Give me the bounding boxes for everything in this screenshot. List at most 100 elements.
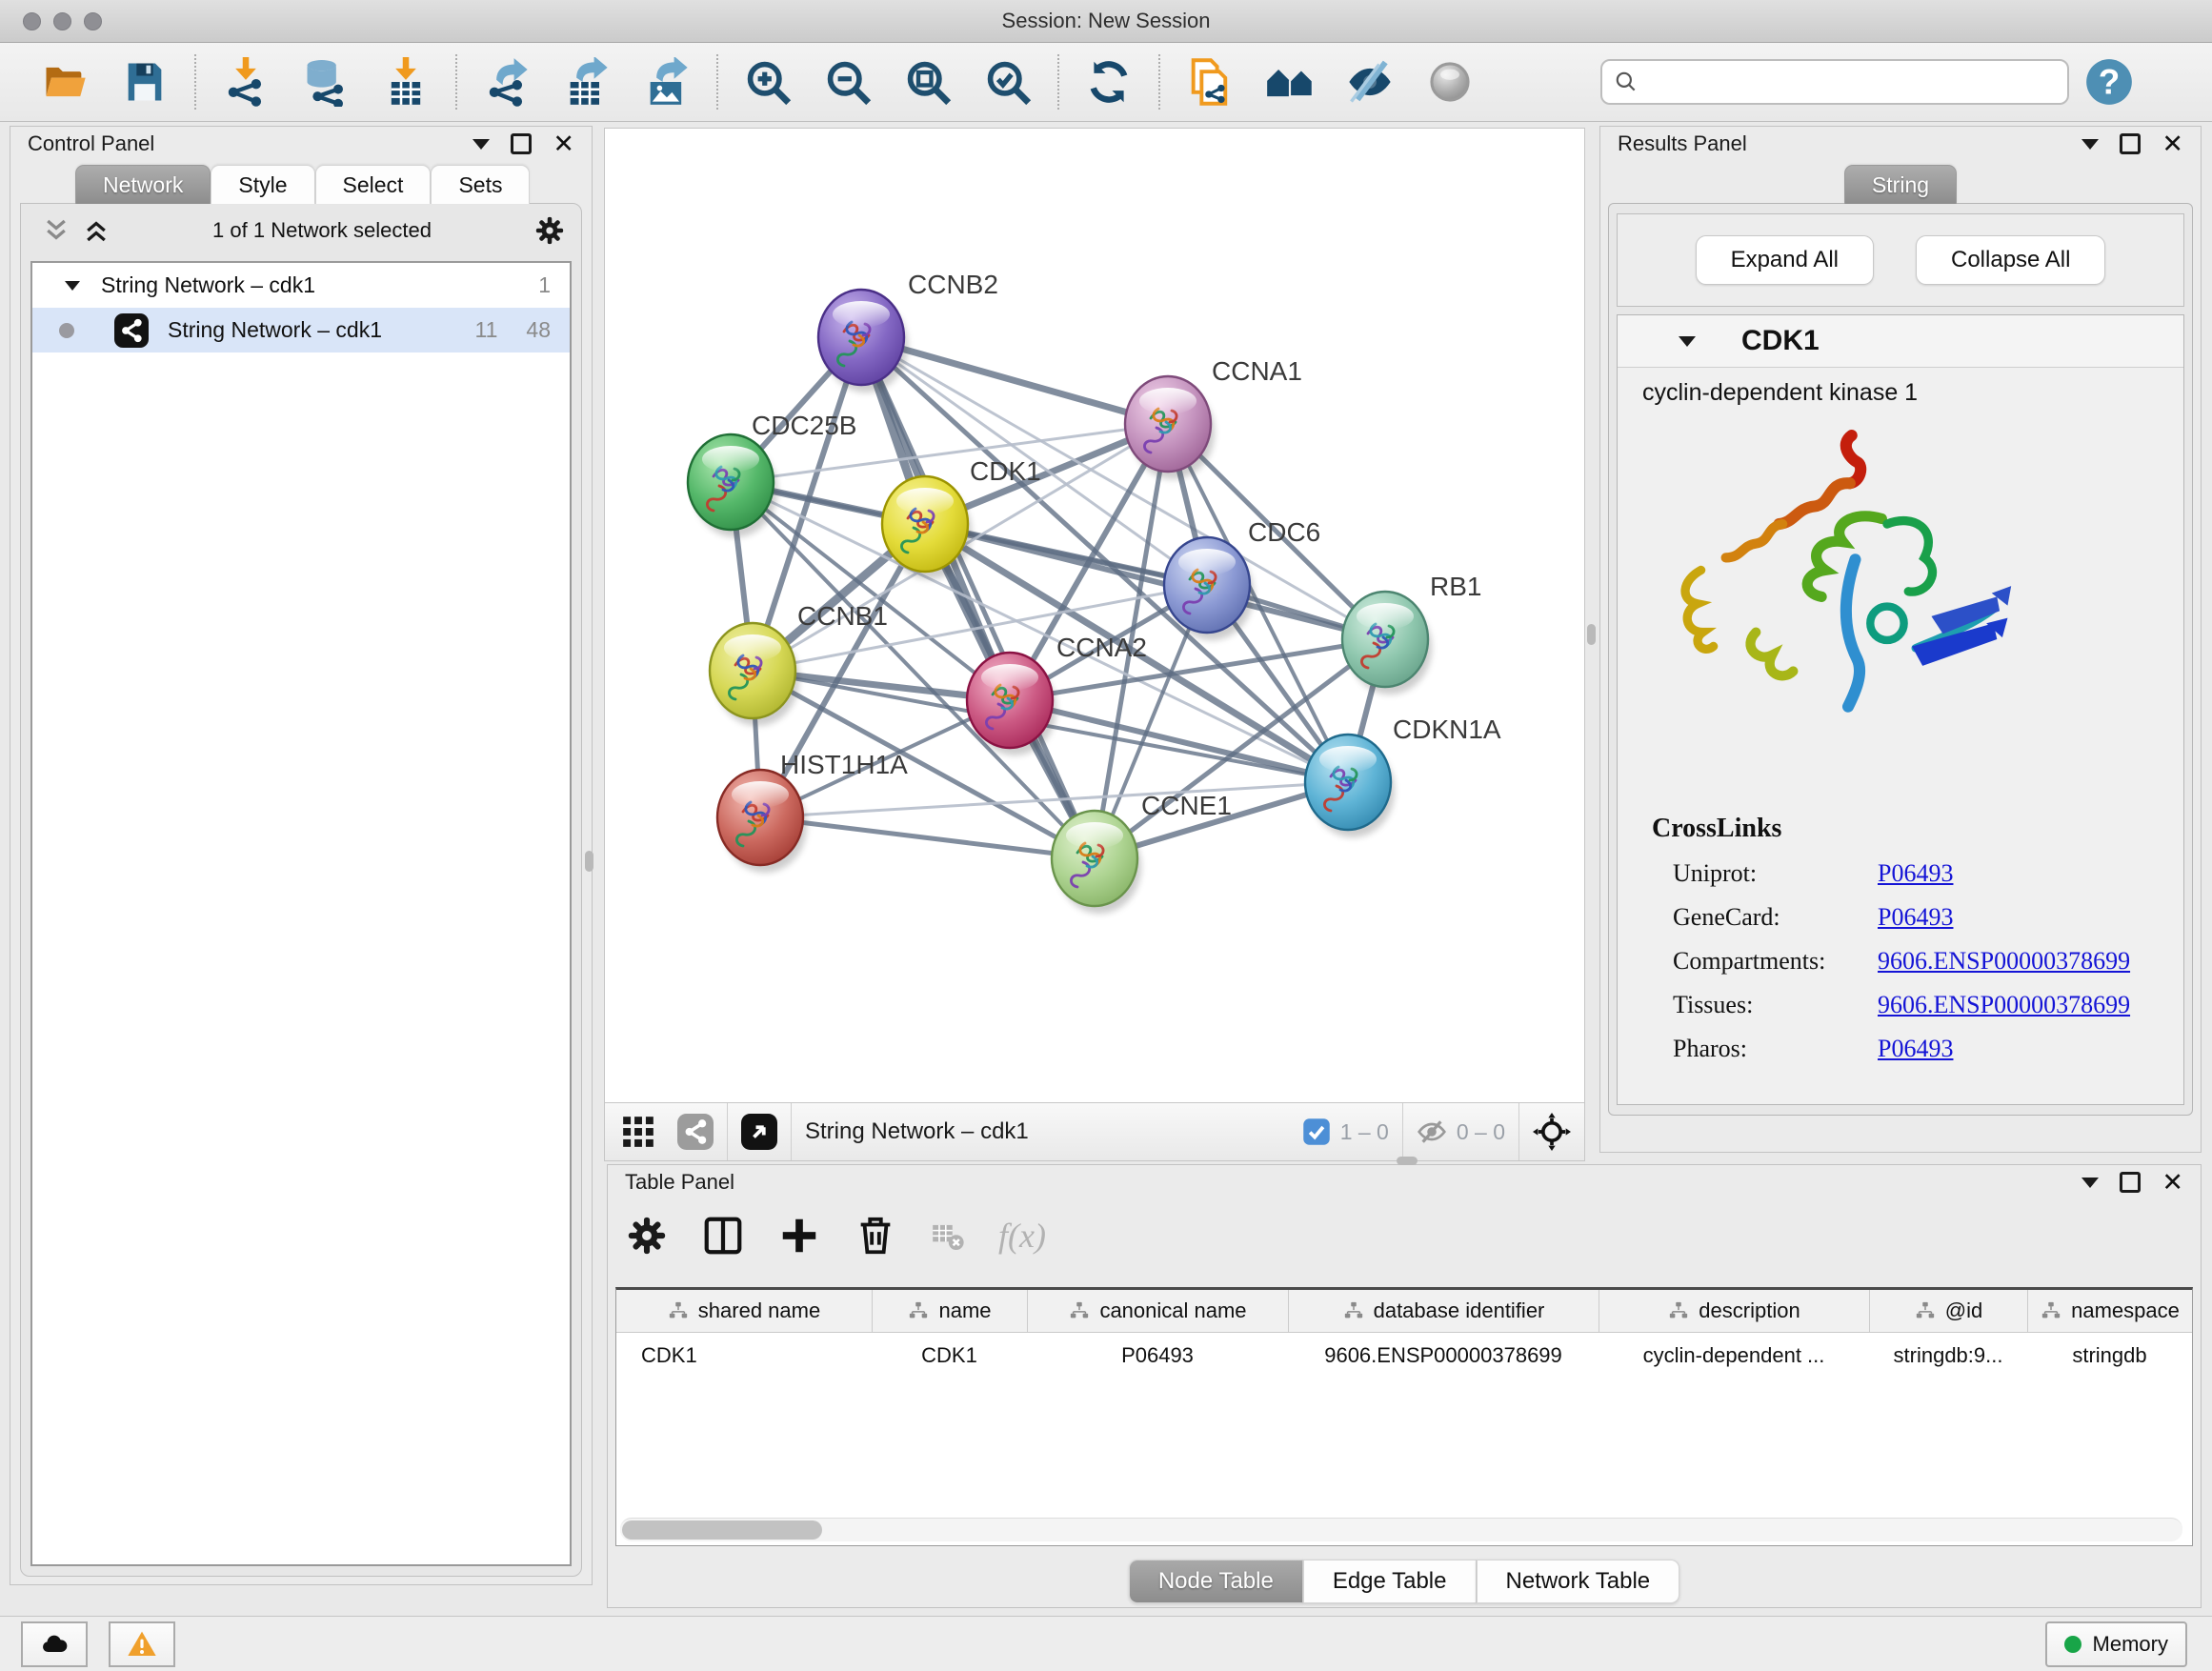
network-view-canvas[interactable]: CCNB2 CCNA1 CDC25B CDK1 CDC6RB1 CCNB1 CCNA2 CDK… [604, 128, 1585, 1103]
hide-details-eye-button[interactable] [1342, 54, 1398, 110]
compartments-link[interactable]: 9606.ENSP00000378699 [1878, 947, 2130, 976]
toolbar-separator [455, 54, 457, 110]
hidden-eye-icon[interactable] [1417, 1117, 1447, 1147]
refresh-button[interactable] [1081, 54, 1136, 110]
tab-style[interactable]: Style [211, 165, 314, 204]
hierarchy-icon [1668, 1300, 1689, 1321]
panel-float-icon[interactable] [2120, 133, 2141, 154]
tree-expand-icon[interactable] [65, 281, 80, 291]
expand-all-button[interactable]: Expand All [1696, 235, 1874, 285]
gene-collapse-icon[interactable] [1679, 336, 1696, 347]
panel-menu-icon[interactable] [2081, 139, 2099, 150]
scrollbar-thumb[interactable] [622, 1520, 822, 1540]
network-graph[interactable]: CCNB2 CCNA1 CDC25B CDK1 CDC6RB1 CCNB1 CCNA2 CDK… [605, 129, 1584, 1102]
tissues-link[interactable]: 9606.ENSP00000378699 [1878, 991, 2130, 1019]
network-node-CCNB2[interactable]: CCNB2 [818, 270, 998, 393]
horizontal-scrollbar[interactable] [620, 1518, 2182, 1541]
cloud-status-button[interactable] [21, 1621, 88, 1667]
network-node-CDKN1A[interactable]: CDKN1A [1305, 715, 1501, 837]
tab-network[interactable]: Network [75, 165, 211, 204]
panel-float-icon[interactable] [2120, 1172, 2141, 1193]
duplicate-documents-button[interactable] [1182, 54, 1237, 110]
network-node-CDC6[interactable]: CDC6 [1164, 517, 1320, 640]
network-node-CCNB1[interactable]: CCNB1 [710, 601, 888, 726]
tab-node-table[interactable]: Node Table [1129, 1560, 1303, 1603]
column-header[interactable]: description [1599, 1290, 1869, 1332]
window-title: Session: New Session [0, 9, 2212, 33]
import-table-button[interactable] [378, 54, 433, 110]
detail-orb-button[interactable] [1422, 54, 1478, 110]
grid-view-icon[interactable] [620, 1114, 656, 1150]
bottom-splitter-handle[interactable] [1397, 1157, 1418, 1165]
gear-icon[interactable] [533, 214, 566, 247]
genecard-link[interactable]: P06493 [1878, 903, 1953, 932]
network-collection-row[interactable]: String Network – cdk1 1 [32, 263, 570, 308]
tab-network-table[interactable]: Network Table [1477, 1560, 1680, 1603]
node-count: 11 [475, 317, 498, 343]
uniprot-link[interactable]: P06493 [1878, 859, 1953, 888]
pharos-link[interactable]: P06493 [1878, 1035, 1953, 1063]
selected-checkbox-icon[interactable] [1302, 1117, 1331, 1146]
fit-content-crosshair-icon[interactable] [1533, 1113, 1571, 1151]
warning-status-button[interactable] [109, 1621, 175, 1667]
search-input[interactable] [1639, 69, 2067, 95]
zoom-in-button[interactable] [740, 54, 795, 110]
node-label-CDK1: CDK1 [970, 456, 1041, 486]
right-splitter-handle[interactable] [1587, 624, 1596, 645]
node-label-CCNA2: CCNA2 [1056, 633, 1147, 662]
column-header[interactable]: @id [1869, 1290, 2027, 1332]
column-header[interactable]: name [872, 1290, 1027, 1332]
panel-menu-icon[interactable] [473, 139, 490, 150]
network-node-CDC25B[interactable]: CDC25B [688, 411, 856, 537]
tab-string[interactable]: String [1844, 165, 1957, 204]
tab-select[interactable]: Select [315, 165, 432, 204]
select-columns-icon[interactable] [701, 1214, 745, 1258]
network-node-RB1[interactable]: RB1 [1342, 572, 1481, 695]
network-node-CCNA1[interactable]: CCNA1 [1125, 356, 1302, 479]
network-row-selected[interactable]: String Network – cdk1 11 48 [32, 308, 570, 352]
collapse-all-chevron-icon[interactable] [42, 216, 70, 245]
table-gear-icon[interactable] [625, 1214, 669, 1258]
network-view-title: String Network – cdk1 [805, 1118, 1029, 1145]
save-session-button[interactable] [117, 54, 172, 110]
left-splitter-handle[interactable] [585, 851, 593, 872]
column-header[interactable]: canonical name [1027, 1290, 1288, 1332]
share-view-icon[interactable] [677, 1114, 714, 1150]
panel-float-icon[interactable] [511, 133, 532, 154]
zoom-fit-button[interactable] [900, 54, 955, 110]
homes-icon-button[interactable] [1262, 54, 1317, 110]
zoom-selected-button[interactable] [980, 54, 1036, 110]
zoom-out-button[interactable] [820, 54, 875, 110]
export-image-button[interactable] [639, 54, 694, 110]
expand-all-chevron-icon[interactable] [82, 216, 111, 245]
panel-close-icon[interactable]: ✕ [2162, 1170, 2183, 1196]
open-session-button[interactable] [37, 54, 92, 110]
birdseye-view-icon[interactable] [741, 1114, 777, 1150]
help-button[interactable]: ? [2081, 54, 2137, 110]
search-box[interactable] [1600, 59, 2069, 105]
export-network-button[interactable] [479, 54, 534, 110]
tab-edge-table[interactable]: Edge Table [1303, 1560, 1477, 1603]
panel-menu-icon[interactable] [2081, 1178, 2099, 1188]
import-network-database-button[interactable] [298, 54, 353, 110]
add-column-icon[interactable] [777, 1214, 821, 1258]
column-header[interactable]: namespace [2027, 1290, 2192, 1332]
column-header[interactable]: shared name [616, 1290, 872, 1332]
export-table-button[interactable] [559, 54, 614, 110]
panel-close-icon[interactable]: ✕ [553, 131, 574, 157]
control-panel-title: Control Panel [28, 131, 154, 156]
main-toolbar: ? [0, 43, 2212, 122]
column-header[interactable]: database identifier [1288, 1290, 1599, 1332]
node-label-CCNB1: CCNB1 [797, 601, 888, 631]
import-network-button[interactable] [218, 54, 273, 110]
delete-column-trash-icon[interactable] [854, 1214, 897, 1258]
gene-header[interactable]: CDK1 [1618, 315, 2183, 368]
crosslink-row: Pharos:P06493 [1618, 1035, 2183, 1063]
network-node-CCNE1[interactable]: CCNE1 [1052, 791, 1232, 914]
table-row[interactable]: CDK1 CDK1 P06493 9606.ENSP00000378699 cy… [616, 1333, 2192, 1379]
network-tab-body: 1 of 1 Network selected String Network –… [20, 203, 582, 1577]
collapse-all-button[interactable]: Collapse All [1916, 235, 2105, 285]
memory-button[interactable]: Memory [2045, 1621, 2187, 1667]
tab-sets[interactable]: Sets [431, 165, 530, 204]
panel-close-icon[interactable]: ✕ [2162, 131, 2183, 157]
